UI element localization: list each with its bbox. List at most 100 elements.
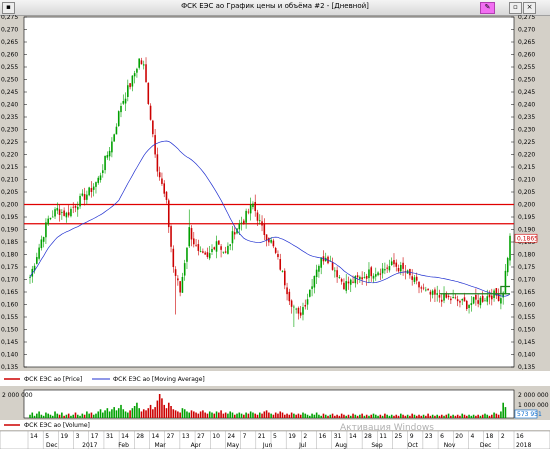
candle-body	[81, 193, 84, 196]
candle-body	[418, 281, 420, 288]
volume-bar	[229, 411, 231, 418]
candle-body	[465, 300, 468, 309]
candle-body	[61, 212, 63, 213]
minimize-icon[interactable]: ▫	[509, 2, 522, 14]
date-tick-label: 5	[273, 433, 277, 440]
volume-bar	[97, 411, 100, 418]
candle-body	[313, 275, 316, 288]
volume-bar	[58, 414, 61, 418]
candle-body	[36, 257, 38, 264]
volume-bar	[393, 415, 395, 418]
price-tick-label-right: 0,170	[518, 277, 535, 284]
volume-bar	[36, 413, 38, 418]
candle-body	[161, 178, 163, 184]
candle-body	[133, 73, 136, 77]
volume-bar	[388, 415, 391, 418]
candle-body	[481, 295, 484, 302]
candle-body	[475, 294, 477, 300]
candle-body	[215, 241, 218, 252]
price-tick-label-right: 0,205	[518, 189, 535, 196]
candle-body	[127, 85, 129, 97]
price-tick-label-right: 0,240	[518, 102, 535, 109]
candle-body	[279, 259, 282, 270]
price-tick-label-left: 0,165	[1, 289, 18, 296]
last-price-label: 0,1865	[517, 235, 538, 242]
candle-body	[147, 82, 150, 104]
close-icon[interactable]: ×	[523, 2, 536, 14]
volume-bar	[427, 413, 429, 418]
price-tick-label-left: 0,180	[1, 252, 18, 259]
date-tick-label: 2	[501, 433, 505, 440]
date-tick-label: 14	[349, 433, 357, 440]
volume-bar	[249, 411, 252, 418]
candle-body	[340, 279, 343, 282]
candle-body	[222, 251, 225, 253]
volume-bar	[179, 412, 181, 418]
volume-bar	[204, 412, 206, 418]
date-tick-label: 20	[455, 433, 463, 440]
candle-body	[186, 247, 188, 262]
price-volume-chart[interactable]: 0,135 0,135 0,140 0,140 0,145 0,145 0,150 0,150…	[0, 15, 550, 449]
volume-bar	[306, 414, 309, 418]
candle-body	[218, 240, 220, 245]
volume-bar	[279, 411, 282, 418]
date-tick-label: 27	[167, 433, 175, 440]
volume-bar	[302, 412, 304, 418]
volume-bar	[470, 415, 473, 418]
candle-body	[54, 209, 56, 217]
candle-body	[129, 83, 131, 88]
volume-bar	[365, 414, 368, 418]
candle-body	[170, 226, 172, 247]
volume-bar	[63, 415, 65, 418]
volume-bar	[83, 414, 86, 418]
candle-body	[274, 247, 277, 253]
volume-bar	[95, 413, 97, 418]
volume-bar	[313, 414, 316, 418]
candle-body	[393, 260, 395, 265]
candle-body	[261, 221, 263, 226]
date-tick-label: 16	[319, 433, 327, 440]
price-tick-label-left: 0,135	[1, 364, 18, 371]
candle-body	[229, 244, 231, 246]
volume-bar	[299, 414, 302, 418]
volume-bar	[384, 413, 386, 418]
title-bar: ▪ ФСК ЕЭС ао График цены и объёма #2 - […	[0, 0, 550, 16]
candle-body	[124, 98, 127, 104]
pin-icon[interactable]: ✎	[480, 2, 495, 14]
candle-body	[199, 251, 202, 252]
volume-bar	[233, 414, 236, 418]
volume-bar	[356, 415, 359, 418]
volume-bar	[117, 408, 120, 418]
volume-bar	[322, 413, 325, 418]
candle-body	[431, 290, 434, 295]
candle-body	[272, 240, 275, 247]
candle-body	[179, 281, 181, 293]
candle-body	[254, 201, 257, 212]
price-tick-label-right: 0,225	[518, 139, 535, 146]
candle-body	[249, 204, 252, 214]
candle-body	[388, 266, 391, 271]
price-tick-label-right: 0,190	[518, 227, 535, 234]
volume-bar	[274, 412, 277, 418]
candle-body	[140, 60, 143, 65]
price-tick-label-left: 0,260	[1, 52, 18, 59]
date-tick-label: 28	[364, 433, 372, 440]
candle-body	[379, 273, 382, 275]
volume-bar	[429, 415, 432, 418]
month-label: Sep	[371, 442, 383, 449]
volume-bar	[472, 414, 475, 418]
candle-body	[397, 268, 400, 272]
volume-bar	[454, 415, 457, 418]
volume-bar	[213, 413, 216, 418]
candle-body	[83, 194, 86, 200]
candle-body	[47, 218, 49, 225]
date-tick-label: 16	[516, 433, 524, 440]
candle-body	[320, 257, 322, 268]
volume-bar	[245, 412, 247, 418]
volume-bar	[111, 409, 113, 418]
date-tick-label: 2	[303, 433, 307, 440]
volume-bar	[361, 413, 363, 418]
candle-body	[152, 120, 154, 135]
price-tick-label-right: 0,250	[518, 77, 535, 84]
volume-bar	[47, 413, 49, 418]
